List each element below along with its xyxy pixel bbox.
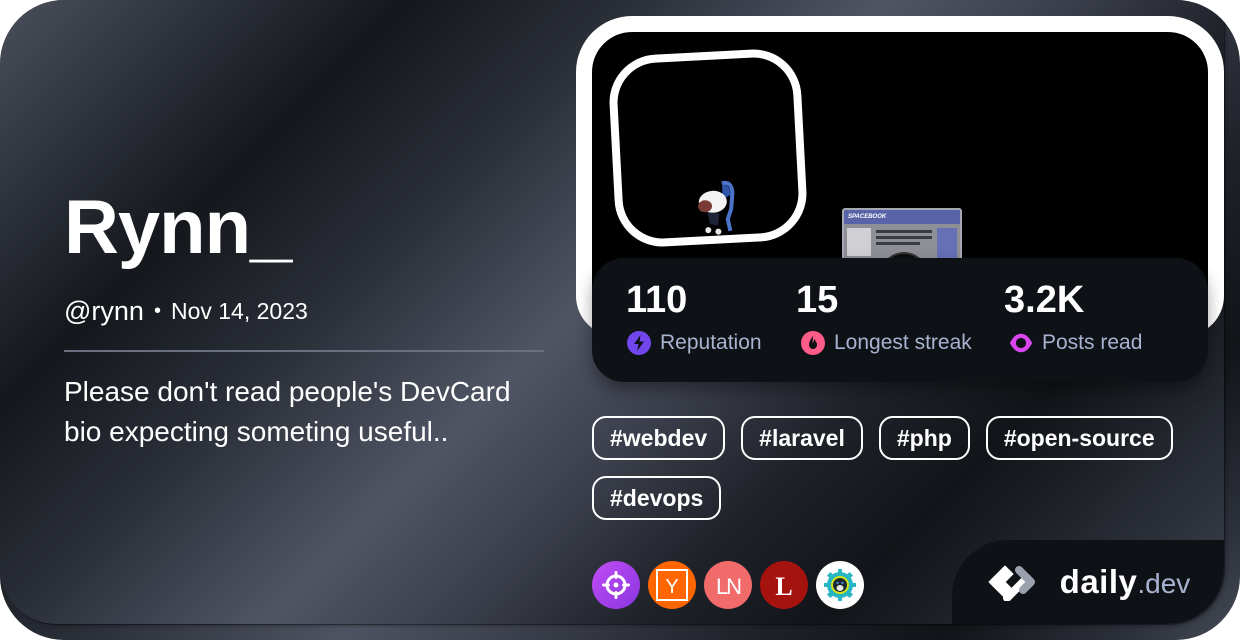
- profile-meta: @rynn • Nov 14, 2023: [64, 296, 308, 327]
- meta-separator: •: [153, 300, 161, 322]
- tag-laravel[interactable]: #laravel: [741, 416, 863, 460]
- stat-label: Posts read: [1042, 331, 1143, 354]
- daily-dev-wordmark: daily.dev: [1060, 563, 1191, 601]
- tag-webdev[interactable]: #webdev: [592, 416, 726, 460]
- avatar: [607, 47, 809, 249]
- spacebook-text-line: [876, 236, 932, 239]
- spacebook-title: SPACEBOOK: [844, 210, 960, 224]
- devcard-panel: Rynn_ @rynn • Nov 14, 2023 Please don't …: [0, 0, 1224, 624]
- favorite-sources: Y LN L: [592, 561, 864, 609]
- crosshair-source-icon[interactable]: [592, 561, 640, 609]
- divider: [64, 350, 544, 352]
- stat-longest-streak: 15 Longest streak: [796, 278, 972, 356]
- spacebook-thumbnail: [847, 228, 871, 256]
- laravel-news-label: LN: [716, 574, 741, 599]
- stat-label: Reputation: [660, 331, 762, 354]
- devcard-frame: Rynn_ @rynn • Nov 14, 2023 Please don't …: [0, 0, 1240, 640]
- tag-devops[interactable]: #devops: [592, 476, 722, 520]
- stat-reputation: 110 Reputation: [626, 278, 762, 356]
- daily-dev-logo-icon: [988, 565, 1035, 601]
- laravel-news-source-icon[interactable]: LN: [704, 561, 752, 609]
- hacker-news-label: Y: [665, 576, 678, 598]
- tag-php[interactable]: #php: [878, 416, 970, 460]
- stats-panel: 110 Reputation 15 Longest streak 3.2K Po…: [592, 258, 1208, 382]
- brand-name: daily: [1059, 563, 1138, 600]
- stat-label: Longest streak: [834, 331, 972, 354]
- stat-value: 3.2K: [1004, 279, 1085, 321]
- hacker-news-source-icon[interactable]: Y: [648, 561, 696, 609]
- brand-tld: .dev: [1137, 568, 1191, 599]
- flame-icon: [800, 330, 826, 356]
- spacebook-text-line: [876, 242, 920, 245]
- profile-handle: @rynn: [64, 296, 144, 326]
- avatar-figure-icon: [698, 180, 735, 235]
- profile-name: Rynn_: [64, 185, 292, 270]
- laracasts-source-icon[interactable]: L: [760, 561, 808, 609]
- lightning-icon: [626, 330, 652, 356]
- linux-source-icon[interactable]: [816, 561, 864, 609]
- daily-dev-brand: daily.dev: [952, 540, 1224, 624]
- eye-icon: [1008, 330, 1034, 356]
- joined-date: Nov 14, 2023: [170, 298, 308, 324]
- stat-value: 15: [796, 279, 839, 321]
- profile-bio: Please don't read people's DevCard bio e…: [64, 376, 511, 447]
- laracasts-label: L: [775, 572, 792, 601]
- stat-posts-read: 3.2K Posts read: [1004, 278, 1143, 356]
- tag-open-source[interactable]: #open-source: [985, 416, 1173, 460]
- tags-list: #webdev #laravel #php #open-source #devo…: [592, 416, 1212, 520]
- spacebook-text-line: [876, 230, 932, 233]
- stat-value: 110: [626, 279, 688, 321]
